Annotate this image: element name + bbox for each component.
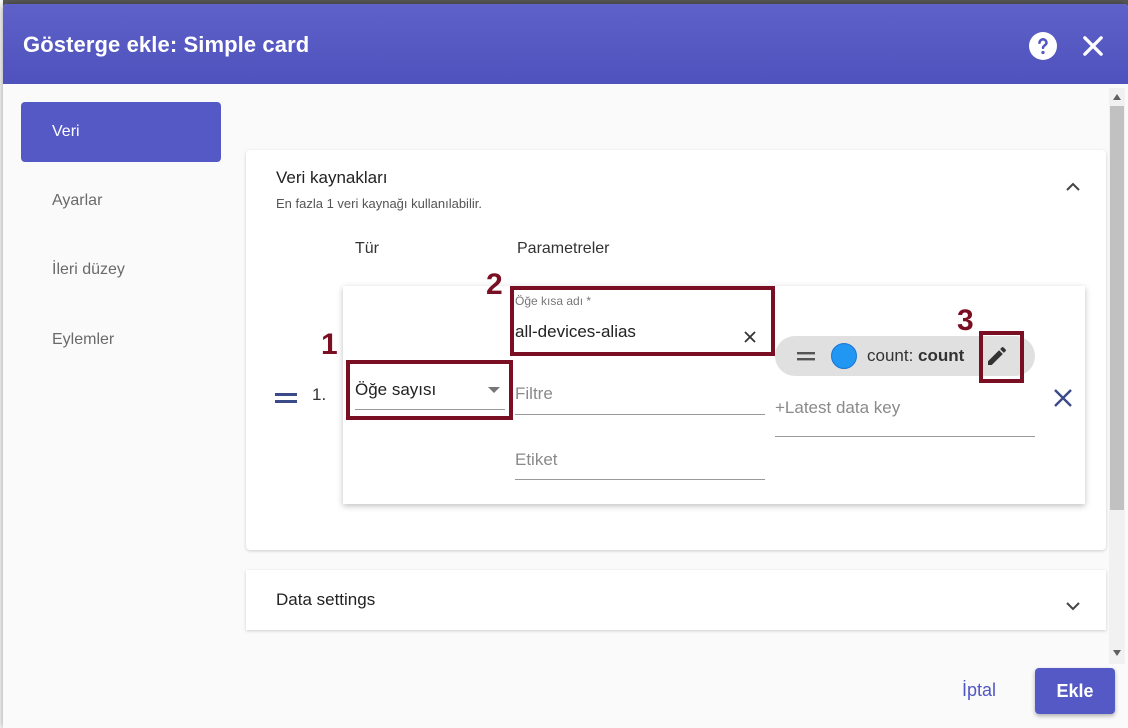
drag-handle-icon[interactable] [797, 350, 817, 362]
latest-data-key-input[interactable]: +Latest data key [775, 394, 1035, 438]
filter-field[interactable]: Filtre [515, 382, 765, 416]
sidebar: Veri Ayarlar İleri düzey Eylemler [3, 84, 243, 644]
data-settings-title: Data settings [276, 590, 376, 609]
chevron-down-icon[interactable] [1061, 594, 1085, 618]
content-area: Veri kaynakları En fazla 1 veri kaynağı … [246, 84, 1109, 664]
scroll-down-arrow-icon[interactable] [1113, 650, 1121, 656]
datasources-subtitle: En fazla 1 veri kaynağı kullanılabilir. [276, 196, 482, 211]
add-widget-dialog: Gösterge ekle: Simple card Veri Ayarlar … [3, 4, 1128, 728]
sidebar-item-ayarlar[interactable]: Ayarlar [21, 171, 221, 231]
data-settings-panel[interactable]: Data settings [246, 570, 1106, 630]
drag-handle-icon[interactable] [275, 392, 297, 404]
annotation-box-3 [979, 331, 1024, 383]
chevron-up-icon[interactable] [1061, 175, 1085, 199]
cancel-button[interactable]: İptal [962, 680, 996, 701]
scrollbar-thumb[interactable] [1110, 106, 1124, 510]
annotation-box-2 [510, 286, 775, 356]
datasource-index: 1. [312, 385, 327, 404]
dialog-header: Gösterge ekle: Simple card [3, 4, 1128, 84]
sidebar-item-eylemler[interactable]: Eylemler [21, 310, 221, 370]
datasources-panel: Veri kaynakları En fazla 1 veri kaynağı … [246, 150, 1106, 550]
remove-datasource-icon[interactable] [1051, 386, 1075, 410]
vertical-scrollbar[interactable] [1109, 88, 1125, 664]
annotation-number-3: 3 [957, 304, 974, 337]
sidebar-item-veri[interactable]: Veri [21, 102, 221, 162]
annotation-box-1 [346, 360, 513, 420]
add-button[interactable]: Ekle [1035, 668, 1115, 714]
help-circle-icon[interactable] [1029, 32, 1057, 60]
annotation-number-1: 1 [321, 328, 338, 361]
label-field-placeholder: Etiket [515, 450, 558, 469]
type-column-header: Tür [355, 240, 379, 257]
params-column-header: Parametreler [517, 240, 610, 257]
data-key-label: count: count [867, 346, 965, 365]
close-icon[interactable] [1079, 32, 1107, 60]
sidebar-item-ileri-duzey[interactable]: İleri düzey [21, 240, 221, 300]
scroll-up-arrow-icon[interactable] [1113, 94, 1121, 100]
dialog-title: Gösterge ekle: Simple card [23, 32, 310, 57]
label-field[interactable]: Etiket [515, 448, 765, 482]
filter-field-placeholder: Filtre [515, 384, 553, 403]
datasources-title: Veri kaynakları [276, 168, 388, 187]
annotation-number-2: 2 [486, 268, 503, 301]
key-color-dot[interactable] [831, 343, 857, 369]
latest-data-key-placeholder: +Latest data key [775, 398, 901, 417]
